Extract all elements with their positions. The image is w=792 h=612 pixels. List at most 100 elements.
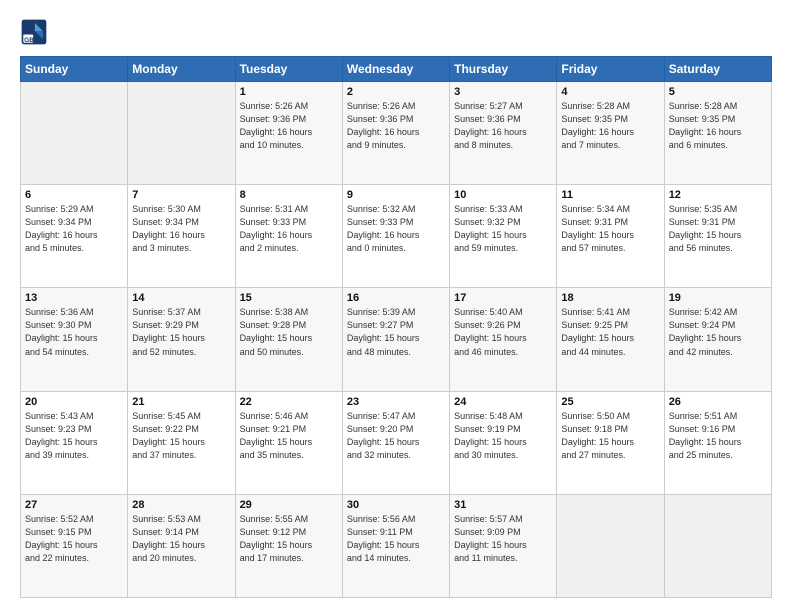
day-number: 26: [669, 396, 767, 408]
day-number: 31: [454, 499, 552, 511]
day-info: Sunrise: 5:26 AM Sunset: 9:36 PM Dayligh…: [240, 100, 338, 152]
calendar-cell: 14 Sunrise: 5:37 AM Sunset: 9:29 PM Dayli…: [128, 288, 235, 391]
day-number: 5: [669, 86, 767, 98]
day-info: Sunrise: 5:48 AM Sunset: 9:19 PM Dayligh…: [454, 410, 552, 462]
day-number: 1: [240, 86, 338, 98]
day-info: Sunrise: 5:56 AM Sunset: 9:11 PM Dayligh…: [347, 513, 445, 565]
calendar-cell: [21, 82, 128, 185]
calendar-cell: 19 Sunrise: 5:42 AM Sunset: 9:24 PM Dayli…: [664, 288, 771, 391]
calendar-cell: 4 Sunrise: 5:28 AM Sunset: 9:35 PM Daylig…: [557, 82, 664, 185]
calendar-cell: 18Sunrise: 5:41 AM Sunset: 9:25 PM Dayli…: [557, 288, 664, 391]
day-number: 30: [347, 499, 445, 511]
day-info: Sunrise: 5:52 AM Sunset: 9:15 PM Dayligh…: [25, 513, 123, 565]
calendar-cell: 26 Sunrise: 5:51 AM Sunset: 9:16 PM Dayli…: [664, 391, 771, 494]
calendar-cell: 23 Sunrise: 5:47 AM Sunset: 9:20 PM Dayli…: [342, 391, 449, 494]
day-info: Sunrise: 5:28 AM Sunset: 9:35 PM Dayligh…: [561, 100, 659, 152]
day-info: Sunrise: 5:37 AM Sunset: 9:29 PM Dayligh…: [132, 306, 230, 358]
day-number: 14: [132, 292, 230, 304]
calendar-cell: 5 Sunrise: 5:28 AM Sunset: 9:35 PM Daylig…: [664, 82, 771, 185]
day-number: 22: [240, 396, 338, 408]
day-number: 17: [454, 292, 552, 304]
calendar-cell: 31 Sunrise: 5:57 AM Sunset: 9:09 PM Dayli…: [450, 494, 557, 597]
weekday-header-saturday: Saturday: [664, 57, 771, 82]
day-info: Sunrise: 5:42 AM Sunset: 9:24 PM Dayligh…: [669, 306, 767, 358]
calendar-cell: 1 Sunrise: 5:26 AM Sunset: 9:36 PM Daylig…: [235, 82, 342, 185]
day-number: 6: [25, 189, 123, 201]
week-row-3: 13 Sunrise: 5:36 AM Sunset: 9:30 PM Dayli…: [21, 288, 772, 391]
calendar-cell: 28 Sunrise: 5:53 AM Sunset: 9:14 PM Dayli…: [128, 494, 235, 597]
svg-text:GB: GB: [24, 37, 34, 44]
day-number: 21: [132, 396, 230, 408]
calendar-cell: 6 Sunrise: 5:29 AM Sunset: 9:34 PM Daylig…: [21, 185, 128, 288]
calendar-cell: 3Sunrise: 5:27 AM Sunset: 9:36 PM Daylig…: [450, 82, 557, 185]
calendar-cell: 15Sunrise: 5:38 AM Sunset: 9:28 PM Dayli…: [235, 288, 342, 391]
day-number: 19: [669, 292, 767, 304]
calendar-cell: [664, 494, 771, 597]
day-info: Sunrise: 5:39 AM Sunset: 9:27 PM Dayligh…: [347, 306, 445, 358]
day-number: 16: [347, 292, 445, 304]
calendar-cell: [557, 494, 664, 597]
day-number: 15: [240, 292, 338, 304]
calendar-cell: 2 Sunrise: 5:26 AM Sunset: 9:36 PM Daylig…: [342, 82, 449, 185]
calendar-cell: 10Sunrise: 5:33 AM Sunset: 9:32 PM Dayli…: [450, 185, 557, 288]
day-info: Sunrise: 5:55 AM Sunset: 9:12 PM Dayligh…: [240, 513, 338, 565]
header: GB: [20, 18, 772, 46]
day-number: 24: [454, 396, 552, 408]
calendar-cell: 24 Sunrise: 5:48 AM Sunset: 9:19 PM Dayli…: [450, 391, 557, 494]
day-number: 20: [25, 396, 123, 408]
day-info: Sunrise: 5:57 AM Sunset: 9:09 PM Dayligh…: [454, 513, 552, 565]
day-info: Sunrise: 5:40 AM Sunset: 9:26 PM Dayligh…: [454, 306, 552, 358]
day-number: 3: [454, 86, 552, 98]
calendar-cell: 30 Sunrise: 5:56 AM Sunset: 9:11 PM Dayli…: [342, 494, 449, 597]
calendar-cell: 11 Sunrise: 5:34 AM Sunset: 9:31 PM Dayli…: [557, 185, 664, 288]
calendar-cell: 9 Sunrise: 5:32 AM Sunset: 9:33 PM Daylig…: [342, 185, 449, 288]
day-info: Sunrise: 5:26 AM Sunset: 9:36 PM Dayligh…: [347, 100, 445, 152]
day-info: Sunrise: 5:31 AM Sunset: 9:33 PM Dayligh…: [240, 203, 338, 255]
calendar-cell: 25Sunrise: 5:50 AM Sunset: 9:18 PM Dayli…: [557, 391, 664, 494]
logo: GB: [20, 18, 52, 46]
weekday-header-monday: Monday: [128, 57, 235, 82]
day-info: Sunrise: 5:36 AM Sunset: 9:30 PM Dayligh…: [25, 306, 123, 358]
page: GB SundayMondayTuesdayWednesdayThursdayF…: [0, 0, 792, 612]
week-row-1: 1 Sunrise: 5:26 AM Sunset: 9:36 PM Daylig…: [21, 82, 772, 185]
day-info: Sunrise: 5:34 AM Sunset: 9:31 PM Dayligh…: [561, 203, 659, 255]
week-row-2: 6 Sunrise: 5:29 AM Sunset: 9:34 PM Daylig…: [21, 185, 772, 288]
calendar-cell: [128, 82, 235, 185]
day-number: 9: [347, 189, 445, 201]
day-number: 7: [132, 189, 230, 201]
day-number: 28: [132, 499, 230, 511]
calendar-cell: 27Sunrise: 5:52 AM Sunset: 9:15 PM Dayli…: [21, 494, 128, 597]
day-number: 25: [561, 396, 659, 408]
day-info: Sunrise: 5:46 AM Sunset: 9:21 PM Dayligh…: [240, 410, 338, 462]
day-number: 18: [561, 292, 659, 304]
calendar-cell: 20 Sunrise: 5:43 AM Sunset: 9:23 PM Dayli…: [21, 391, 128, 494]
day-info: Sunrise: 5:30 AM Sunset: 9:34 PM Dayligh…: [132, 203, 230, 255]
day-info: Sunrise: 5:51 AM Sunset: 9:16 PM Dayligh…: [669, 410, 767, 462]
day-info: Sunrise: 5:32 AM Sunset: 9:33 PM Dayligh…: [347, 203, 445, 255]
calendar-cell: 13 Sunrise: 5:36 AM Sunset: 9:30 PM Dayli…: [21, 288, 128, 391]
day-info: Sunrise: 5:33 AM Sunset: 9:32 PM Dayligh…: [454, 203, 552, 255]
day-info: Sunrise: 5:35 AM Sunset: 9:31 PM Dayligh…: [669, 203, 767, 255]
calendar-cell: 12 Sunrise: 5:35 AM Sunset: 9:31 PM Dayli…: [664, 185, 771, 288]
day-info: Sunrise: 5:45 AM Sunset: 9:22 PM Dayligh…: [132, 410, 230, 462]
week-row-4: 20 Sunrise: 5:43 AM Sunset: 9:23 PM Dayli…: [21, 391, 772, 494]
logo-icon: GB: [20, 18, 48, 46]
calendar-cell: 29 Sunrise: 5:55 AM Sunset: 9:12 PM Dayli…: [235, 494, 342, 597]
day-number: 12: [669, 189, 767, 201]
day-number: 4: [561, 86, 659, 98]
day-info: Sunrise: 5:29 AM Sunset: 9:34 PM Dayligh…: [25, 203, 123, 255]
weekday-header-wednesday: Wednesday: [342, 57, 449, 82]
day-info: Sunrise: 5:28 AM Sunset: 9:35 PM Dayligh…: [669, 100, 767, 152]
day-number: 13: [25, 292, 123, 304]
day-info: Sunrise: 5:47 AM Sunset: 9:20 PM Dayligh…: [347, 410, 445, 462]
weekday-header-sunday: Sunday: [21, 57, 128, 82]
calendar-table: SundayMondayTuesdayWednesdayThursdayFrid…: [20, 56, 772, 598]
day-number: 23: [347, 396, 445, 408]
day-info: Sunrise: 5:43 AM Sunset: 9:23 PM Dayligh…: [25, 410, 123, 462]
day-number: 29: [240, 499, 338, 511]
day-info: Sunrise: 5:53 AM Sunset: 9:14 PM Dayligh…: [132, 513, 230, 565]
day-number: 11: [561, 189, 659, 201]
calendar-cell: 16 Sunrise: 5:39 AM Sunset: 9:27 PM Dayli…: [342, 288, 449, 391]
day-number: 2: [347, 86, 445, 98]
calendar-cell: 22 Sunrise: 5:46 AM Sunset: 9:21 PM Dayli…: [235, 391, 342, 494]
